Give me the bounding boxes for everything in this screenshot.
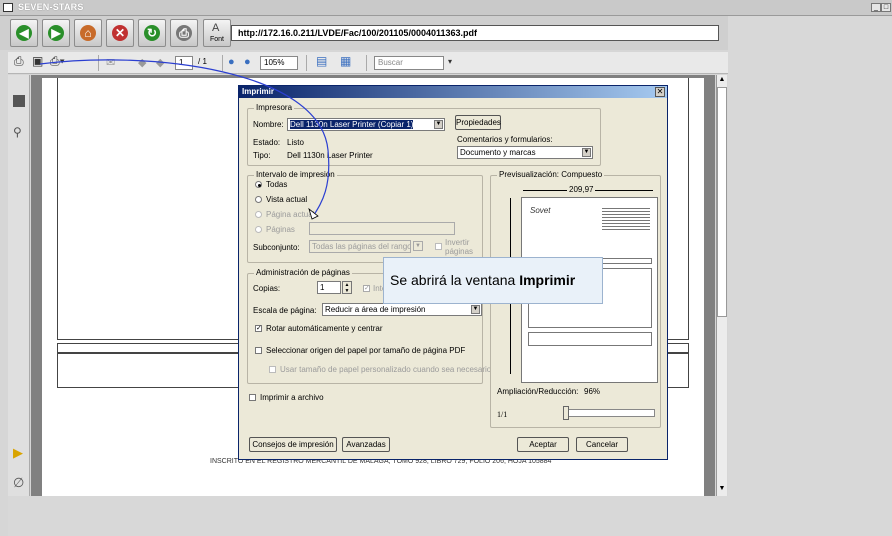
arrow-path: [39, 59, 330, 219]
tutorial-arrow: [39, 59, 330, 220]
